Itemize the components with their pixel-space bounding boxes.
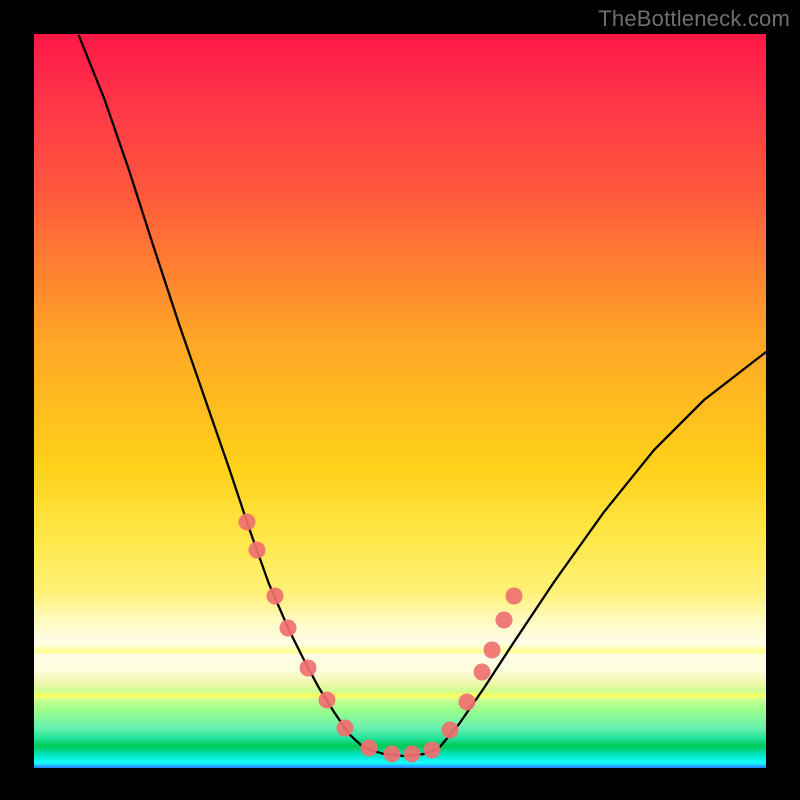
marker-dot [496,612,513,629]
marker-dot [442,722,459,739]
marker-dot [404,746,421,763]
marker-dots [239,514,523,763]
marker-dot [361,740,378,757]
marker-dot [280,620,297,637]
chart-frame: TheBottleneck.com [0,0,800,800]
v-curve [79,36,766,756]
marker-dot [319,692,336,709]
marker-dot [239,514,256,531]
v-curve-path [79,36,766,756]
curve-layer [34,34,766,768]
marker-dot [424,742,441,759]
marker-dot [474,664,491,681]
marker-dot [267,588,284,605]
marker-dot [337,720,354,737]
marker-dot [484,642,501,659]
watermark-text: TheBottleneck.com [598,6,790,32]
marker-dot [384,746,401,763]
marker-dot [300,660,317,677]
marker-dot [459,694,476,711]
marker-dot [506,588,523,605]
marker-dot [249,542,266,559]
plot-area [34,34,766,768]
